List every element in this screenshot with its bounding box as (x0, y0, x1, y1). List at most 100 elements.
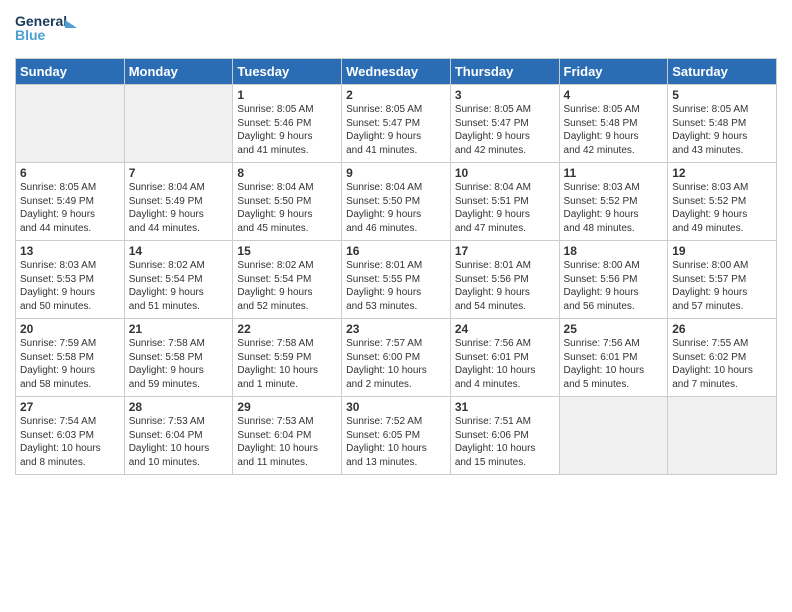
calendar-cell: 8Sunrise: 8:04 AM Sunset: 5:50 PM Daylig… (233, 163, 342, 241)
day-info: Sunrise: 8:04 AM Sunset: 5:50 PM Dayligh… (346, 181, 446, 235)
calendar-cell: 23Sunrise: 7:57 AM Sunset: 6:00 PM Dayli… (342, 319, 451, 397)
calendar-cell: 4Sunrise: 8:05 AM Sunset: 5:48 PM Daylig… (559, 85, 668, 163)
day-number: 6 (20, 166, 120, 180)
day-number: 7 (129, 166, 229, 180)
day-info: Sunrise: 7:55 AM Sunset: 6:02 PM Dayligh… (672, 337, 772, 391)
day-number: 16 (346, 244, 446, 258)
calendar-cell: 18Sunrise: 8:00 AM Sunset: 5:56 PM Dayli… (559, 241, 668, 319)
day-number: 30 (346, 400, 446, 414)
calendar-cell (668, 397, 777, 475)
day-number: 21 (129, 322, 229, 336)
week-row-5: 27Sunrise: 7:54 AM Sunset: 6:03 PM Dayli… (16, 397, 777, 475)
calendar-cell: 26Sunrise: 7:55 AM Sunset: 6:02 PM Dayli… (668, 319, 777, 397)
calendar-cell (559, 397, 668, 475)
day-number: 29 (237, 400, 337, 414)
day-number: 15 (237, 244, 337, 258)
svg-text:Blue: Blue (15, 27, 46, 43)
calendar-cell: 7Sunrise: 8:04 AM Sunset: 5:49 PM Daylig… (124, 163, 233, 241)
day-number: 19 (672, 244, 772, 258)
day-info: Sunrise: 8:05 AM Sunset: 5:47 PM Dayligh… (346, 103, 446, 157)
calendar-cell: 25Sunrise: 7:56 AM Sunset: 6:01 PM Dayli… (559, 319, 668, 397)
day-info: Sunrise: 7:56 AM Sunset: 6:01 PM Dayligh… (564, 337, 664, 391)
day-number: 24 (455, 322, 555, 336)
day-info: Sunrise: 7:58 AM Sunset: 5:58 PM Dayligh… (129, 337, 229, 391)
day-number: 28 (129, 400, 229, 414)
day-number: 9 (346, 166, 446, 180)
calendar-table: SundayMondayTuesdayWednesdayThursdayFrid… (15, 58, 777, 475)
calendar-cell: 13Sunrise: 8:03 AM Sunset: 5:53 PM Dayli… (16, 241, 125, 319)
calendar-cell: 31Sunrise: 7:51 AM Sunset: 6:06 PM Dayli… (450, 397, 559, 475)
day-info: Sunrise: 8:04 AM Sunset: 5:50 PM Dayligh… (237, 181, 337, 235)
col-header-saturday: Saturday (668, 59, 777, 85)
day-number: 11 (564, 166, 664, 180)
day-info: Sunrise: 7:52 AM Sunset: 6:05 PM Dayligh… (346, 415, 446, 469)
calendar-cell: 14Sunrise: 8:02 AM Sunset: 5:54 PM Dayli… (124, 241, 233, 319)
day-info: Sunrise: 8:03 AM Sunset: 5:52 PM Dayligh… (672, 181, 772, 235)
calendar-cell: 29Sunrise: 7:53 AM Sunset: 6:04 PM Dayli… (233, 397, 342, 475)
day-number: 4 (564, 88, 664, 102)
day-number: 23 (346, 322, 446, 336)
day-number: 8 (237, 166, 337, 180)
day-number: 17 (455, 244, 555, 258)
calendar-cell: 24Sunrise: 7:56 AM Sunset: 6:01 PM Dayli… (450, 319, 559, 397)
day-number: 10 (455, 166, 555, 180)
day-info: Sunrise: 7:53 AM Sunset: 6:04 PM Dayligh… (237, 415, 337, 469)
col-header-monday: Monday (124, 59, 233, 85)
day-number: 22 (237, 322, 337, 336)
day-info: Sunrise: 7:58 AM Sunset: 5:59 PM Dayligh… (237, 337, 337, 391)
calendar-cell: 16Sunrise: 8:01 AM Sunset: 5:55 PM Dayli… (342, 241, 451, 319)
calendar-cell: 15Sunrise: 8:02 AM Sunset: 5:54 PM Dayli… (233, 241, 342, 319)
day-number: 3 (455, 88, 555, 102)
day-info: Sunrise: 7:54 AM Sunset: 6:03 PM Dayligh… (20, 415, 120, 469)
day-info: Sunrise: 8:04 AM Sunset: 5:49 PM Dayligh… (129, 181, 229, 235)
day-number: 20 (20, 322, 120, 336)
day-info: Sunrise: 7:53 AM Sunset: 6:04 PM Dayligh… (129, 415, 229, 469)
week-row-3: 13Sunrise: 8:03 AM Sunset: 5:53 PM Dayli… (16, 241, 777, 319)
day-number: 1 (237, 88, 337, 102)
day-number: 25 (564, 322, 664, 336)
header-row: SundayMondayTuesdayWednesdayThursdayFrid… (16, 59, 777, 85)
day-info: Sunrise: 8:01 AM Sunset: 5:56 PM Dayligh… (455, 259, 555, 313)
day-info: Sunrise: 8:04 AM Sunset: 5:51 PM Dayligh… (455, 181, 555, 235)
day-number: 13 (20, 244, 120, 258)
calendar-cell: 19Sunrise: 8:00 AM Sunset: 5:57 PM Dayli… (668, 241, 777, 319)
calendar-cell: 2Sunrise: 8:05 AM Sunset: 5:47 PM Daylig… (342, 85, 451, 163)
day-info: Sunrise: 8:02 AM Sunset: 5:54 PM Dayligh… (237, 259, 337, 313)
col-header-wednesday: Wednesday (342, 59, 451, 85)
calendar-cell: 6Sunrise: 8:05 AM Sunset: 5:49 PM Daylig… (16, 163, 125, 241)
day-info: Sunrise: 8:01 AM Sunset: 5:55 PM Dayligh… (346, 259, 446, 313)
day-number: 14 (129, 244, 229, 258)
calendar-cell: 10Sunrise: 8:04 AM Sunset: 5:51 PM Dayli… (450, 163, 559, 241)
day-info: Sunrise: 7:57 AM Sunset: 6:00 PM Dayligh… (346, 337, 446, 391)
day-info: Sunrise: 8:00 AM Sunset: 5:57 PM Dayligh… (672, 259, 772, 313)
day-number: 5 (672, 88, 772, 102)
day-info: Sunrise: 8:03 AM Sunset: 5:52 PM Dayligh… (564, 181, 664, 235)
day-info: Sunrise: 8:05 AM Sunset: 5:46 PM Dayligh… (237, 103, 337, 157)
week-row-2: 6Sunrise: 8:05 AM Sunset: 5:49 PM Daylig… (16, 163, 777, 241)
calendar-cell: 20Sunrise: 7:59 AM Sunset: 5:58 PM Dayli… (16, 319, 125, 397)
day-number: 31 (455, 400, 555, 414)
col-header-sunday: Sunday (16, 59, 125, 85)
week-row-1: 1Sunrise: 8:05 AM Sunset: 5:46 PM Daylig… (16, 85, 777, 163)
day-info: Sunrise: 8:05 AM Sunset: 5:48 PM Dayligh… (672, 103, 772, 157)
day-info: Sunrise: 8:03 AM Sunset: 5:53 PM Dayligh… (20, 259, 120, 313)
calendar-cell: 11Sunrise: 8:03 AM Sunset: 5:52 PM Dayli… (559, 163, 668, 241)
calendar-cell: 5Sunrise: 8:05 AM Sunset: 5:48 PM Daylig… (668, 85, 777, 163)
day-info: Sunrise: 8:05 AM Sunset: 5:47 PM Dayligh… (455, 103, 555, 157)
day-info: Sunrise: 7:56 AM Sunset: 6:01 PM Dayligh… (455, 337, 555, 391)
page-header: GeneralBlue (15, 10, 777, 50)
calendar-cell: 27Sunrise: 7:54 AM Sunset: 6:03 PM Dayli… (16, 397, 125, 475)
day-info: Sunrise: 8:00 AM Sunset: 5:56 PM Dayligh… (564, 259, 664, 313)
week-row-4: 20Sunrise: 7:59 AM Sunset: 5:58 PM Dayli… (16, 319, 777, 397)
calendar-cell: 30Sunrise: 7:52 AM Sunset: 6:05 PM Dayli… (342, 397, 451, 475)
day-number: 27 (20, 400, 120, 414)
calendar-cell: 1Sunrise: 8:05 AM Sunset: 5:46 PM Daylig… (233, 85, 342, 163)
calendar-cell: 28Sunrise: 7:53 AM Sunset: 6:04 PM Dayli… (124, 397, 233, 475)
calendar-cell (16, 85, 125, 163)
calendar-cell: 17Sunrise: 8:01 AM Sunset: 5:56 PM Dayli… (450, 241, 559, 319)
day-info: Sunrise: 8:02 AM Sunset: 5:54 PM Dayligh… (129, 259, 229, 313)
day-number: 26 (672, 322, 772, 336)
calendar-cell (124, 85, 233, 163)
calendar-cell: 12Sunrise: 8:03 AM Sunset: 5:52 PM Dayli… (668, 163, 777, 241)
col-header-tuesday: Tuesday (233, 59, 342, 85)
